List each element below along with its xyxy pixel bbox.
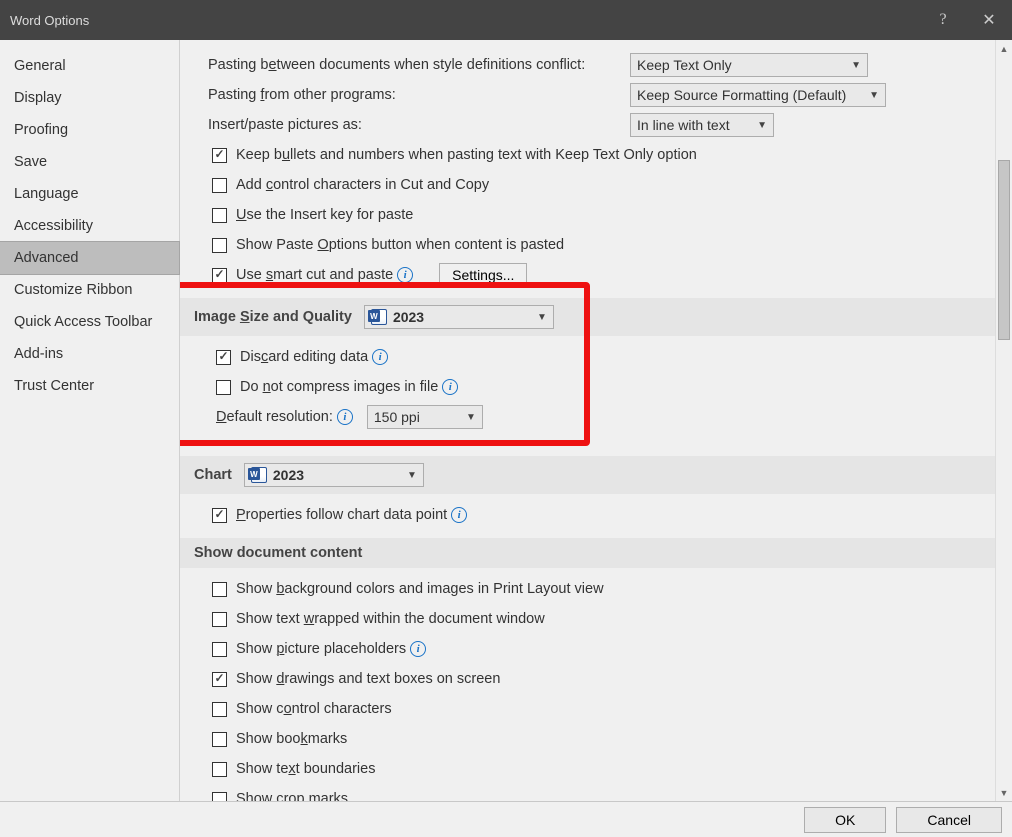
checkbox-icon [212,208,227,223]
chevron-down-icon: ▼ [749,120,767,131]
checkbox-icon [212,238,227,253]
info-icon[interactable]: i [442,379,458,395]
dialog-title: Word Options [10,13,89,28]
nav-save[interactable]: Save [0,146,179,178]
show-wrap-checkbox[interactable]: Show text wrapped within the document wi… [212,611,545,627]
checkbox-icon [212,762,227,777]
show-crop-checkbox[interactable]: Show crop marks [212,791,348,801]
nav-accessibility[interactable]: Accessibility [0,210,179,242]
nav-display[interactable]: Display [0,82,179,114]
ok-button[interactable]: OK [804,807,886,833]
image-quality-header: Image Size and Quality 2023▼ [180,298,1012,336]
show-placeholders-checkbox[interactable]: Show picture placeholders [212,641,406,657]
info-icon[interactable]: i [397,267,413,283]
no-compress-checkbox[interactable]: Do not compress images in file [216,379,438,395]
insert-key-checkbox[interactable]: Use the Insert key for paste [212,207,413,223]
word-doc-icon [251,467,267,483]
chevron-down-icon: ▼ [529,312,547,323]
insert-pictures-dropdown[interactable]: In line with text▼ [630,113,774,137]
chart-header: Chart 2023▼ [180,456,1012,494]
checkbox-icon [216,380,231,395]
nav-qat[interactable]: Quick Access Toolbar [0,306,179,338]
show-drawings-checkbox[interactable]: Show drawings and text boxes on screen [212,671,500,687]
nav-advanced[interactable]: Advanced [0,241,180,275]
show-boundaries-checkbox[interactable]: Show text boundaries [212,761,375,777]
default-resolution-label: Default resolution: [216,409,333,425]
nav-language[interactable]: Language [0,178,179,210]
control-chars-checkbox[interactable]: Add control characters in Cut and Copy [212,177,489,193]
insert-pictures-label: Insert/paste pictures as: [208,117,362,133]
scroll-down-icon[interactable]: ▼ [996,784,1012,801]
image-quality-doc-dropdown[interactable]: 2023▼ [364,305,554,329]
show-bookmarks-checkbox[interactable]: Show bookmarks [212,731,347,747]
chevron-down-icon: ▼ [399,470,417,481]
cancel-button[interactable]: Cancel [896,807,1002,833]
paste-other-programs-dropdown[interactable]: Keep Source Formatting (Default)▼ [630,83,886,107]
checkbox-icon [212,612,227,627]
checkbox-icon [212,508,227,523]
document-content-header: Show document content [180,538,1012,568]
paste-options-checkbox[interactable]: Show Paste Options button when content i… [212,237,564,253]
nav-customize-ribbon[interactable]: Customize Ribbon [0,274,179,306]
chart-props-checkbox[interactable]: Properties follow chart data point [212,507,447,523]
checkbox-icon [212,148,227,163]
nav-addins[interactable]: Add-ins [0,338,179,370]
nav-proofing[interactable]: Proofing [0,114,179,146]
nav-trustcenter[interactable]: Trust Center [0,370,179,402]
vertical-scrollbar[interactable]: ▲ ▼ [995,40,1012,801]
titlebar: Word Options ? ✕ [0,0,1012,40]
checkbox-icon [212,268,227,283]
dialog-footer: OK Cancel [0,801,1012,837]
smart-cut-checkbox[interactable]: Use smart cut and paste [212,267,393,283]
info-icon[interactable]: i [451,507,467,523]
info-icon[interactable]: i [337,409,353,425]
discard-editing-checkbox[interactable]: Discard editing data [216,349,368,365]
category-sidebar: General Display Proofing Save Language A… [0,40,180,801]
checkbox-icon [212,702,227,717]
checkbox-icon [212,178,227,193]
checkbox-icon [212,672,227,687]
paste-between-docs-label: Pasting between documents when style def… [208,57,585,73]
checkbox-icon [212,792,227,802]
info-icon[interactable]: i [410,641,426,657]
chevron-down-icon: ▼ [843,60,861,71]
word-doc-icon [371,309,387,325]
chevron-down-icon: ▼ [861,90,879,101]
show-bg-checkbox[interactable]: Show background colors and images in Pri… [212,581,604,597]
chevron-down-icon: ▼ [458,412,476,423]
scroll-thumb[interactable] [998,160,1010,340]
chart-doc-dropdown[interactable]: 2023▼ [244,463,424,487]
paste-between-docs-dropdown[interactable]: Keep Text Only▼ [630,53,868,77]
nav-general[interactable]: General [0,50,179,82]
smart-cut-settings-button[interactable]: Settings... [439,263,527,287]
show-ctrlchars-checkbox[interactable]: Show control characters [212,701,392,717]
info-icon[interactable]: i [372,349,388,365]
options-content: Pasting between documents when style def… [180,40,1012,801]
keep-bullets-checkbox[interactable]: Keep bullets and numbers when pasting te… [212,147,697,163]
scroll-up-icon[interactable]: ▲ [996,40,1012,57]
close-button[interactable]: ✕ [966,0,1012,40]
checkbox-icon [212,642,227,657]
checkbox-icon [212,582,227,597]
paste-other-programs-label: Pasting from other programs: [208,87,396,103]
checkbox-icon [216,350,231,365]
help-button[interactable]: ? [920,0,966,40]
default-resolution-dropdown[interactable]: 150 ppi▼ [367,405,483,429]
checkbox-icon [212,732,227,747]
